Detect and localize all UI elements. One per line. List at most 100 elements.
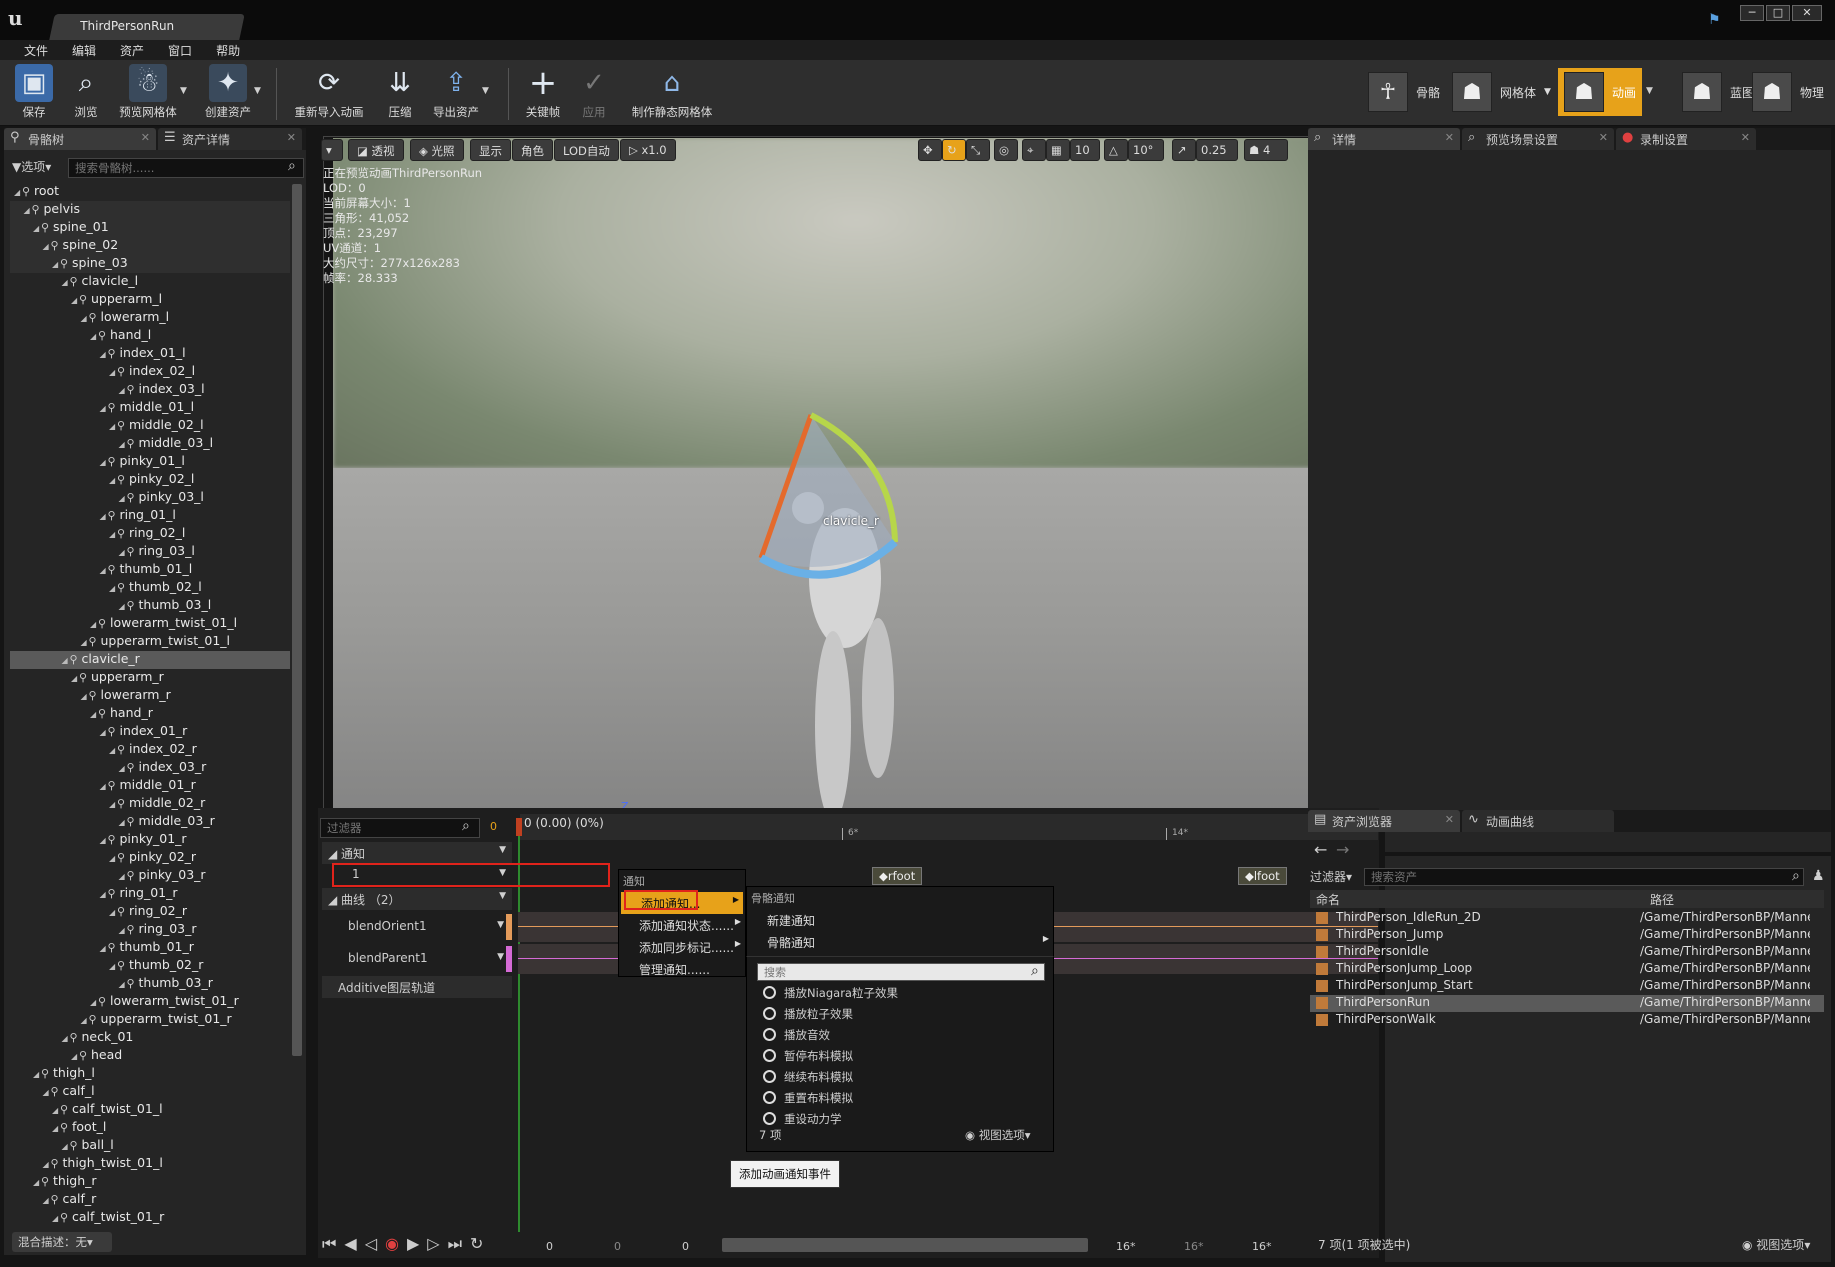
expand-arrow-icon[interactable]: ◢ bbox=[109, 584, 117, 593]
asset-row[interactable]: ThirdPersonWalk/Game/ThirdPersonBP/Manne… bbox=[1310, 1012, 1824, 1029]
bone-row[interactable]: ◢ ⚲ calf_twist_01_r bbox=[10, 1209, 290, 1227]
expand-arrow-icon[interactable]: ◢ bbox=[100, 350, 108, 359]
expand-arrow-icon[interactable]: ◢ bbox=[43, 1088, 51, 1097]
browse-button[interactable]: ⌕ 浏览 bbox=[64, 64, 108, 122]
create-asset-button[interactable]: ✦ 创建资产 bbox=[196, 64, 260, 122]
notify-search-input[interactable] bbox=[757, 963, 1045, 981]
tab-details[interactable]: ⌕ 详情 ✕ bbox=[1308, 128, 1460, 150]
expand-arrow-icon[interactable]: ◢ bbox=[119, 764, 127, 773]
rotation-snap-icon[interactable]: △ bbox=[1104, 139, 1128, 161]
rotate-icon[interactable]: ↻ bbox=[942, 139, 966, 161]
bone-row[interactable]: ◢ ⚲ upperarm_l bbox=[10, 291, 290, 309]
grid-snap-value[interactable]: 10 bbox=[1070, 139, 1100, 161]
bone-row[interactable]: ◢ ⚲ clavicle_l bbox=[10, 273, 290, 291]
bone-row[interactable]: ◢ ⚲ calf_twist_01_l bbox=[10, 1101, 290, 1119]
options-dropdown[interactable]: ▼选项▾ bbox=[12, 158, 51, 175]
bone-row[interactable]: ◢ ⚲ thumb_01_r bbox=[10, 939, 290, 957]
expand-arrow-icon[interactable]: ◢ bbox=[109, 368, 117, 377]
tree-scrollbar[interactable] bbox=[292, 184, 302, 1056]
tab-skeleton-tree[interactable]: ⚲ 骨骼树 ✕ bbox=[4, 128, 156, 150]
expand-arrow-icon[interactable]: ◢ bbox=[109, 800, 117, 809]
camera-speed-button[interactable]: ☗ 4 bbox=[1244, 139, 1288, 161]
animation-dropdown-icon[interactable]: ▼ bbox=[1646, 86, 1653, 96]
bone-row[interactable]: ◢ ⚲ hand_r bbox=[10, 705, 290, 723]
bone-row[interactable]: ◢ ⚲ ring_03_l bbox=[10, 543, 290, 561]
range-end-1[interactable]: 16* bbox=[1116, 1240, 1136, 1253]
notification-icon[interactable]: ⚑ bbox=[1708, 12, 1721, 28]
bone-row[interactable]: ◢ ⚲ lowerarm_twist_01_r bbox=[10, 993, 290, 1011]
bone-row[interactable]: ◢ ⚲ spine_03 bbox=[10, 255, 290, 273]
bone-row[interactable]: ◢ ⚲ calf_r bbox=[10, 1191, 290, 1209]
show-button[interactable]: 显示 bbox=[470, 139, 511, 161]
tab-preview-scene[interactable]: ⌕ 预览场景设置 ✕ bbox=[1462, 128, 1614, 150]
add-notify-state-item[interactable]: 添加通知状态...... ▶ bbox=[619, 914, 745, 936]
mesh-dropdown-icon[interactable]: ▼ bbox=[1544, 87, 1551, 97]
scale-snap-value[interactable]: 0.25 bbox=[1196, 139, 1238, 161]
expand-arrow-icon[interactable]: ◢ bbox=[71, 674, 79, 683]
expand-arrow-icon[interactable]: ◢ bbox=[109, 746, 117, 755]
expand-arrow-icon[interactable]: ◢ bbox=[43, 1196, 51, 1205]
apply-button[interactable]: ✓ 应用 bbox=[574, 64, 614, 122]
bone-row[interactable]: ◢ ⚲ head bbox=[10, 1047, 290, 1065]
create-asset-dropdown-icon[interactable]: ▼ bbox=[254, 86, 261, 96]
chevron-down-icon[interactable]: ▼ bbox=[497, 952, 504, 962]
expand-arrow-icon[interactable]: ◢ bbox=[119, 386, 127, 395]
expand-arrow-icon[interactable]: ◢ bbox=[81, 314, 89, 323]
expand-arrow-icon[interactable]: ◢ bbox=[33, 1070, 41, 1079]
scale-snap-icon[interactable]: ↗ bbox=[1172, 139, 1196, 161]
bone-row[interactable]: ◢ ⚲ pinky_02_l bbox=[10, 471, 290, 489]
bone-row[interactable]: ◢ ⚲ middle_03_l bbox=[10, 435, 290, 453]
bone-row[interactable]: ◢ ⚲ ring_01_l bbox=[10, 507, 290, 525]
range-end-2[interactable]: 16* bbox=[1184, 1240, 1204, 1253]
bone-row[interactable]: ◢ ⚲ ring_02_r bbox=[10, 903, 290, 921]
expand-arrow-icon[interactable]: ◢ bbox=[62, 656, 70, 665]
chevron-down-icon[interactable]: ▼ bbox=[499, 845, 506, 855]
asset-view-options[interactable]: ◉ 视图选项▾ bbox=[1742, 1236, 1810, 1253]
bone-row[interactable]: ◢ ⚲ upperarm_r bbox=[10, 669, 290, 687]
menu-help[interactable]: 帮助 bbox=[204, 40, 252, 60]
mode-physics[interactable]: ☗ 物理 bbox=[1746, 68, 1830, 116]
document-tab[interactable]: ThirdPersonRun bbox=[49, 14, 245, 40]
asset-row[interactable]: ThirdPerson_IdleRun_2D/Game/ThirdPersonB… bbox=[1310, 910, 1824, 927]
maximize-button[interactable]: □ bbox=[1766, 5, 1790, 21]
back-arrow-icon[interactable]: ← bbox=[1314, 840, 1327, 859]
expand-arrow-icon[interactable]: ◢ bbox=[119, 980, 127, 989]
expand-arrow-icon[interactable]: ◢ bbox=[33, 224, 41, 233]
expand-arrow-icon[interactable]: ◢ bbox=[100, 404, 108, 413]
scale-icon[interactable]: ⤡ bbox=[966, 139, 990, 161]
mode-animation[interactable]: ☗ 动画 bbox=[1558, 68, 1643, 116]
expand-arrow-icon[interactable]: ◢ bbox=[90, 332, 98, 341]
expand-arrow-icon[interactable]: ◢ bbox=[62, 1034, 70, 1043]
expand-arrow-icon[interactable]: ◢ bbox=[119, 548, 127, 557]
expand-arrow-icon[interactable]: ◢ bbox=[81, 638, 89, 647]
notify-view-options[interactable]: ◉ 视图选项▾ bbox=[965, 1127, 1030, 1143]
expand-arrow-icon[interactable]: ◢ bbox=[71, 1052, 79, 1061]
bone-row[interactable]: ◢ ⚲ root bbox=[10, 183, 290, 201]
expand-arrow-icon[interactable]: ◢ bbox=[43, 242, 51, 251]
viewport-options-button[interactable]: ▾ bbox=[321, 139, 343, 161]
additive-track[interactable]: Additive图层轨道 bbox=[322, 976, 512, 998]
range-start-2[interactable]: 0 bbox=[614, 1240, 621, 1253]
compress-button[interactable]: ⇊ 压缩 bbox=[376, 64, 424, 122]
expand-arrow-icon[interactable]: ◢ bbox=[90, 620, 98, 629]
expand-arrow-icon[interactable]: ◢ bbox=[71, 296, 79, 305]
expand-arrow-icon[interactable]: ◢ bbox=[109, 854, 117, 863]
asset-row[interactable]: ThirdPersonIdle/Game/ThirdPersonBP/Manne… bbox=[1310, 944, 1824, 961]
rotation-snap-value[interactable]: 10° bbox=[1128, 139, 1164, 161]
transport-controls[interactable]: ⏮◀◁◉▶▷⏭↻ bbox=[322, 1234, 491, 1254]
minimize-button[interactable]: ─ bbox=[1740, 5, 1764, 21]
bone-row[interactable]: ◢ ⚲ spine_01 bbox=[10, 219, 290, 237]
tab-anim-curves[interactable]: ∿ 动画曲线 bbox=[1462, 810, 1614, 832]
surface-snap-icon[interactable]: ⌖ bbox=[1022, 139, 1046, 161]
bone-row[interactable]: ◢ ⚲ middle_03_r bbox=[10, 813, 290, 831]
expand-arrow-icon[interactable]: ◢ bbox=[14, 188, 22, 197]
curve-track-1[interactable]: blendOrient1 ▼ bbox=[332, 916, 510, 938]
skeleton-search-input[interactable] bbox=[68, 158, 304, 178]
expand-arrow-icon[interactable]: ◢ bbox=[62, 1142, 70, 1151]
expand-arrow-icon[interactable]: ◢ bbox=[119, 494, 127, 503]
expand-arrow-icon[interactable]: ◢ bbox=[81, 1016, 89, 1025]
asset-row[interactable]: ThirdPersonRun/Game/ThirdPersonBP/Manneq… bbox=[1310, 995, 1824, 1012]
expand-arrow-icon[interactable]: ◢ bbox=[100, 890, 108, 899]
close-button[interactable]: ✕ bbox=[1792, 5, 1822, 21]
bone-row[interactable]: ◢ ⚲ thigh_r bbox=[10, 1173, 290, 1191]
